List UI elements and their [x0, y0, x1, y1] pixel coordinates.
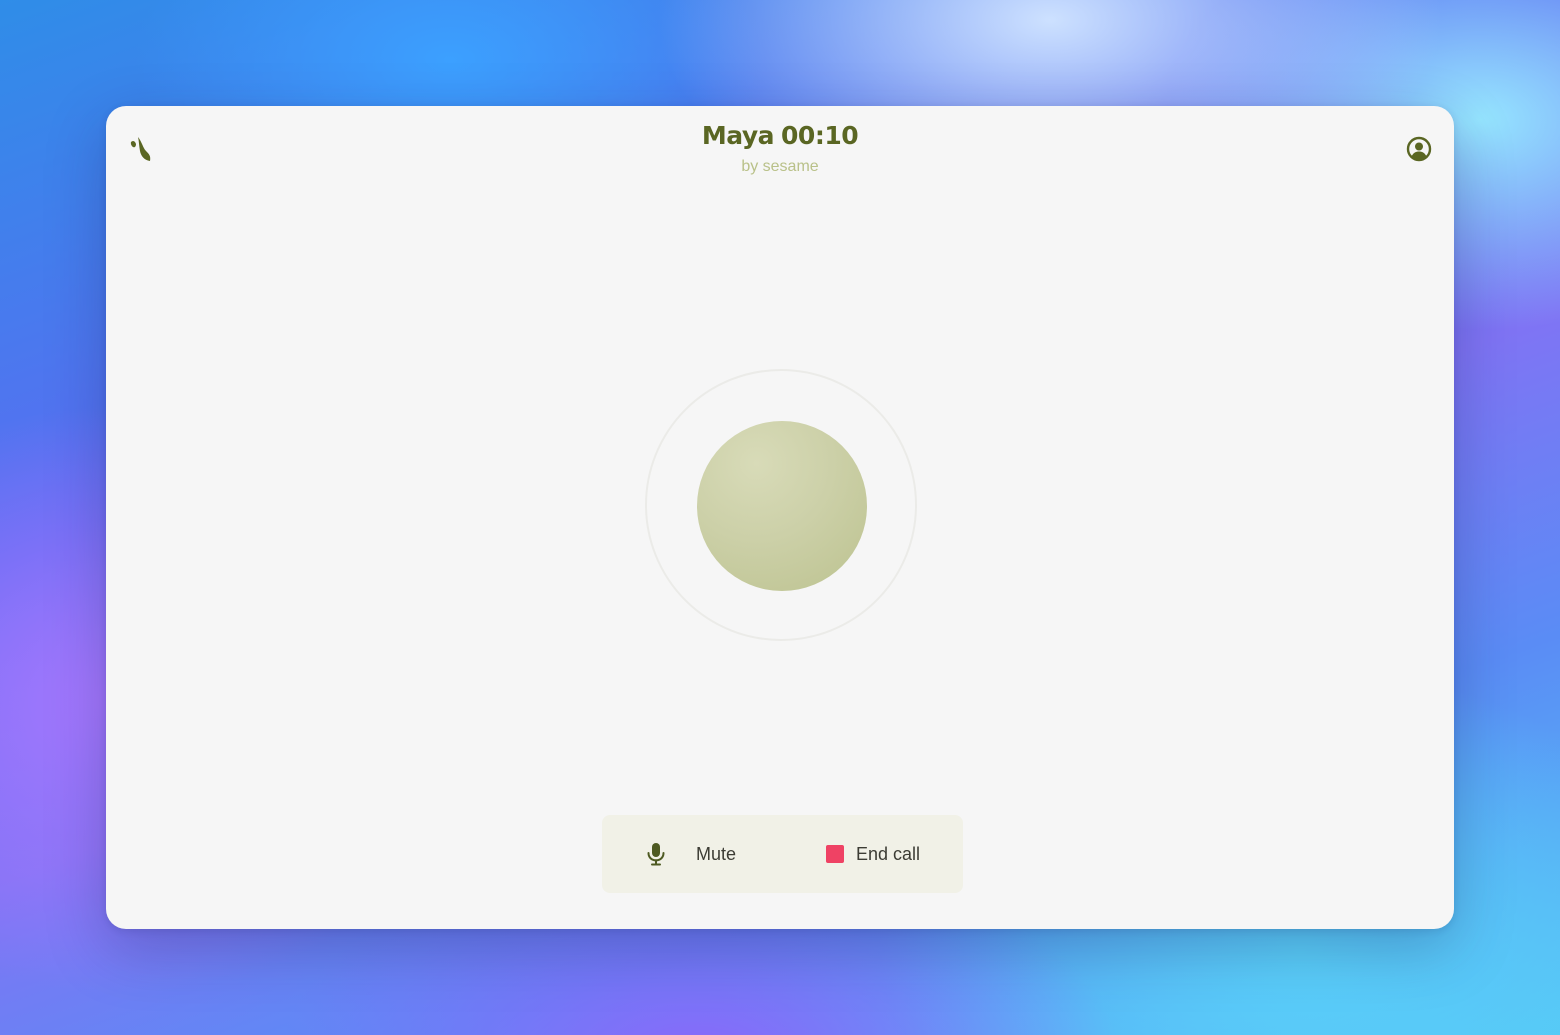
agent-name: Maya: [701, 121, 775, 150]
stop-square-icon: [826, 845, 844, 863]
call-controls: Mute End call: [602, 815, 963, 893]
end-call-button[interactable]: End call: [826, 815, 920, 893]
voice-orb: [697, 421, 867, 591]
call-timer: 00:10: [781, 121, 859, 150]
mute-label: Mute: [696, 843, 737, 864]
end-call-label: End call: [856, 843, 921, 864]
call-subtitle: by sesame: [741, 158, 819, 175]
call-window: Maya 00:10 by sesame Mute End call: [106, 106, 1454, 929]
mute-button[interactable]: Mute: [646, 815, 736, 893]
user-circle-icon[interactable]: [1406, 136, 1432, 162]
call-title: Maya 00:10: [106, 118, 1454, 154]
call-header: Maya 00:10 by sesame: [106, 118, 1454, 177]
microphone-icon: [647, 843, 665, 866]
